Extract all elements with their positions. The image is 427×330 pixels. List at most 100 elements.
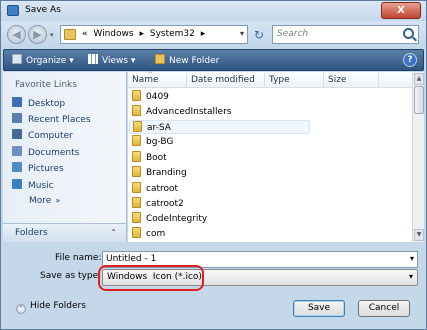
music-icon [12, 179, 22, 189]
address-prefix[interactable]: « [82, 29, 88, 39]
column-divider[interactable] [378, 73, 379, 87]
navigation-pane: Favorite Links Desktop Recent Places Com… [3, 72, 127, 242]
sidebar-item-label: Desktop [28, 99, 66, 109]
chevron-down-icon[interactable]: ▾ [410, 254, 414, 263]
more-label: More [29, 196, 52, 206]
save-as-dialog: Save As X ◀ ▶ ▾ « Windows ▸ System32 ▸ ▾… [0, 0, 427, 330]
file-name-label: File name: [55, 253, 102, 263]
save-button[interactable]: Save [293, 300, 345, 317]
list-item-hovered[interactable]: ar-SA [129, 120, 310, 134]
forward-arrow-icon[interactable]: ▶ [28, 25, 47, 44]
sidebar-item-music[interactable]: Music [12, 179, 54, 193]
folder-icon [132, 212, 141, 223]
sidebar-item-label: Pictures [28, 164, 64, 174]
views-button[interactable]: Views ▾ [88, 54, 135, 66]
list-item[interactable]: 0409 [132, 90, 169, 104]
sidebar-item-desktop[interactable]: Desktop [12, 97, 65, 111]
sidebar-item-pictures[interactable]: Pictures [12, 162, 64, 176]
column-divider[interactable] [186, 73, 187, 87]
column-type[interactable]: Type [269, 75, 290, 85]
back-arrow-icon[interactable]: ◀ [7, 25, 26, 44]
recent-pages-dropdown-icon[interactable]: ▾ [50, 31, 54, 39]
list-item-label: ar-SA [147, 123, 171, 133]
search-placeholder: Search [277, 29, 309, 39]
address-segment-system32[interactable]: System32 [150, 29, 195, 39]
address-row: ◀ ▶ ▾ « Windows ▸ System32 ▸ ▾ ↻ Search [1, 21, 426, 48]
organize-button[interactable]: Organize ▾ [12, 54, 74, 66]
sidebar-item-documents[interactable]: Documents [12, 146, 79, 160]
list-item[interactable]: AdvancedInstallers [132, 105, 231, 119]
sidebar-item-computer[interactable]: Computer [12, 129, 73, 143]
address-segment-windows[interactable]: Windows [93, 29, 133, 39]
folder-icon [132, 105, 141, 116]
list-item-label: com [146, 229, 166, 239]
chevron-down-icon: ▾ [69, 56, 74, 66]
documents-icon [12, 146, 22, 156]
organize-label: Organize [26, 56, 67, 66]
computer-icon [12, 129, 22, 139]
save-options-panel: File name: Untitled - 1 ▾ Save as type: … [1, 243, 426, 329]
column-divider[interactable] [323, 73, 324, 87]
list-item[interactable]: com [132, 227, 165, 241]
chevron-down-icon[interactable]: ▾ [409, 272, 413, 281]
list-item-label: AdvancedInstallers [146, 107, 232, 117]
list-item[interactable]: catroot2 [132, 197, 184, 211]
scroll-up-icon[interactable]: ▲ [414, 73, 424, 85]
app-icon [7, 5, 19, 16]
folder-icon [132, 90, 141, 101]
title-bar: Save As X [1, 1, 426, 21]
sidebar-item-recent-places[interactable]: Recent Places [12, 113, 91, 127]
column-date-modified[interactable]: Date modified [191, 75, 255, 85]
cancel-button[interactable]: Cancel [358, 300, 410, 317]
list-item[interactable]: bg-BG [132, 135, 173, 149]
list-item-label: Boot [146, 153, 167, 163]
column-divider[interactable] [264, 73, 265, 87]
list-item-label: 0409 [146, 92, 169, 102]
views-label: Views [102, 56, 129, 66]
column-size[interactable]: Size [328, 75, 346, 85]
address-bar[interactable]: « Windows ▸ System32 ▸ ▾ [60, 25, 248, 44]
scroll-thumb[interactable] [414, 86, 424, 114]
column-header: Name ⌃ Date modified Type Size [128, 71, 412, 88]
more-links-button[interactable]: More» [29, 196, 60, 206]
address-separator[interactable]: ▸ [139, 29, 144, 39]
list-item[interactable]: Boot [132, 151, 167, 165]
list-item[interactable]: Branding [132, 166, 187, 180]
column-name[interactable]: Name ⌃ [132, 71, 159, 85]
folder-icon [132, 166, 141, 177]
folders-toggle[interactable]: Folders ⌃ [3, 223, 126, 242]
new-folder-icon [155, 54, 165, 64]
refresh-icon[interactable]: ↻ [251, 27, 267, 43]
file-list: Name ⌃ Date modified Type Size 0409 Adva… [128, 71, 424, 242]
search-icon[interactable] [403, 28, 414, 39]
address-path: « Windows ▸ System32 ▸ [82, 29, 208, 39]
sidebar-item-label: Recent Places [28, 115, 91, 125]
list-item[interactable]: CodeIntegrity [132, 212, 207, 226]
annotation-highlight [98, 265, 204, 291]
hide-folders-button[interactable]: ⌃ Hide Folders [16, 301, 86, 314]
folders-label: Folders [15, 228, 48, 238]
hide-folders-label: Hide Folders [30, 301, 86, 311]
help-icon[interactable]: ? [403, 53, 417, 67]
views-icon [88, 54, 98, 64]
list-item-label: catroot [146, 184, 179, 194]
double-chevron-icon: » [55, 196, 61, 205]
address-separator[interactable]: ▸ [201, 29, 206, 39]
address-dropdown-icon[interactable]: ▾ [240, 29, 244, 38]
file-name-value: Untitled - 1 [106, 254, 157, 264]
search-input[interactable]: Search [272, 25, 419, 44]
recent-places-icon [12, 113, 22, 123]
list-item-label: bg-BG [146, 137, 174, 147]
new-folder-button[interactable]: New Folder [155, 54, 219, 66]
list-item-label: catroot2 [146, 199, 184, 209]
folder-icon [132, 151, 141, 162]
organize-icon [12, 54, 22, 64]
sort-ascending-icon: ⌃ [148, 71, 154, 78]
chevron-down-icon: ▾ [130, 56, 136, 66]
save-as-type-label: Save as type: [40, 271, 102, 281]
vertical-scrollbar[interactable]: ▲ ▼ [412, 72, 424, 242]
close-button[interactable]: X [381, 2, 421, 19]
list-item[interactable]: catroot [132, 182, 178, 196]
new-folder-label: New Folder [169, 56, 220, 66]
scroll-down-icon[interactable]: ▼ [414, 229, 424, 241]
